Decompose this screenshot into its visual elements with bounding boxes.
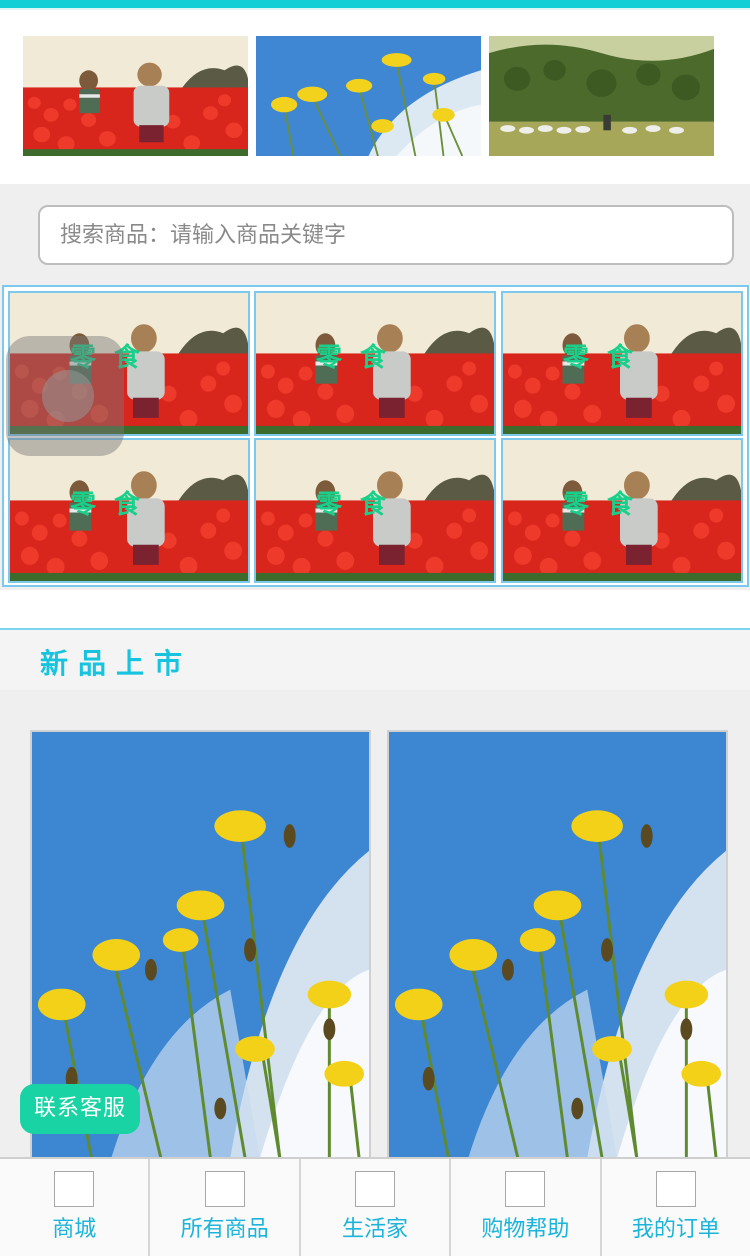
category-tile[interactable]: 零食 (8, 438, 250, 583)
banner-carousel[interactable] (0, 10, 750, 184)
life-icon (355, 1171, 396, 1207)
search-bar (0, 184, 750, 284)
category-tile[interactable]: 零食 (254, 438, 496, 583)
nav-item-label: 商城 (52, 1217, 97, 1242)
nav-item-help[interactable]: 购物帮助 (451, 1159, 602, 1256)
category-tile[interactable]: 零食 (254, 291, 496, 436)
all-products-icon (204, 1171, 245, 1207)
orders-icon (655, 1171, 696, 1207)
section-spacer (0, 590, 750, 628)
category-label: 零食 (562, 343, 651, 373)
nav-item-all-products[interactable]: 所有商品 (150, 1159, 301, 1256)
nav-item-orders[interactable]: 我的订单 (602, 1159, 750, 1256)
top-accent-bar (0, 0, 750, 8)
nav-item-life[interactable]: 生活家 (301, 1159, 452, 1256)
category-label: 零食 (315, 490, 404, 520)
nav-item-label: 我的订单 (631, 1217, 720, 1242)
product-card[interactable] (387, 730, 728, 1160)
category-tile[interactable]: 零食 (501, 438, 743, 583)
help-icon (505, 1171, 546, 1207)
shop-icon (54, 1171, 95, 1207)
assistive-touch-button[interactable] (6, 336, 124, 456)
nav-item-label: 所有商品 (180, 1217, 269, 1242)
banner-image-tulip-field[interactable] (23, 36, 248, 156)
nav-item-label: 购物帮助 (481, 1217, 570, 1242)
search-input[interactable] (38, 205, 734, 265)
section-title: 新品上市 (40, 647, 193, 680)
bottom-nav: 商城 所有商品 生活家 购物帮助 我的订单 (0, 1157, 750, 1256)
nav-item-label: 生活家 (342, 1217, 409, 1242)
assistive-touch-inner (42, 370, 94, 422)
category-tile[interactable]: 零食 (501, 291, 743, 436)
nav-item-shop[interactable]: 商城 (0, 1159, 151, 1256)
product-image (389, 732, 726, 1158)
banner-image-meadow[interactable] (489, 36, 714, 156)
banner-image-yellow-flowers[interactable] (256, 36, 481, 156)
category-label: 零食 (69, 490, 158, 520)
new-arrivals-header: 新品上市 (0, 628, 750, 690)
category-label: 零食 (562, 490, 651, 520)
category-label: 零食 (315, 343, 404, 373)
contact-support-button[interactable]: 联系客服 (20, 1084, 140, 1134)
